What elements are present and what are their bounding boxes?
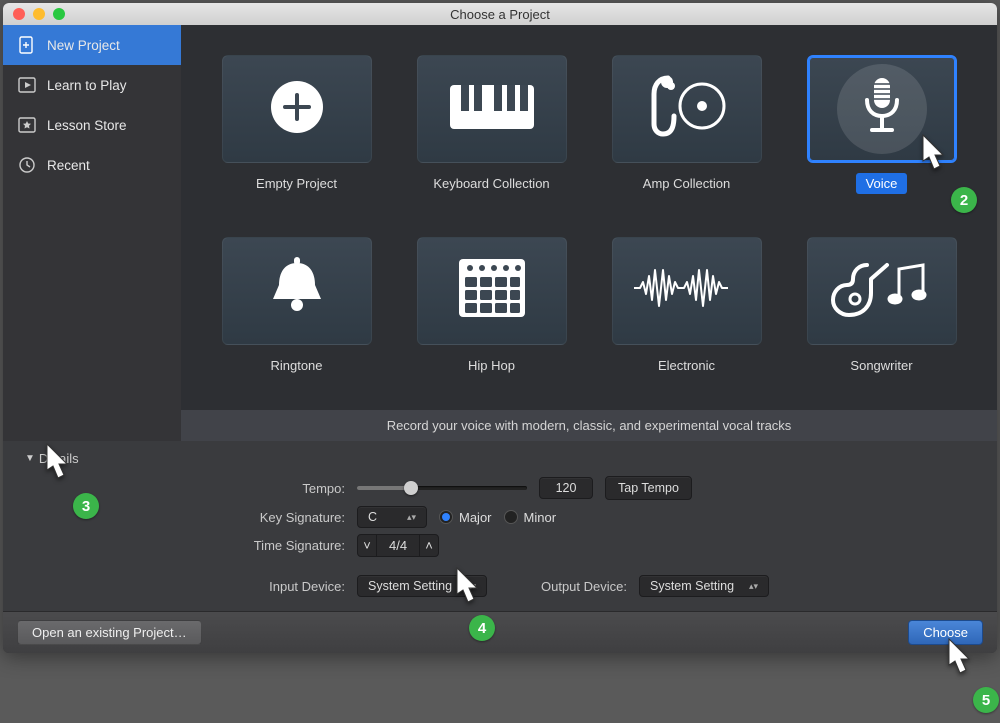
choose-button[interactable]: Choose	[908, 620, 983, 645]
guitar-notes-icon	[827, 253, 937, 328]
star-icon	[17, 115, 37, 135]
template-hip-hop[interactable]: Hip Hop	[406, 237, 577, 401]
template-label: Empty Project	[246, 173, 347, 194]
sidebar-item-label: Learn to Play	[47, 78, 127, 93]
template-empty-project[interactable]: Empty Project	[211, 55, 382, 219]
chevron-updown-icon: ▴▾	[467, 581, 476, 592]
tap-tempo-button[interactable]: Tap Tempo	[605, 476, 692, 500]
wave-icon	[632, 263, 742, 318]
output-device-select[interactable]: System Setting▴▾	[639, 575, 769, 597]
sidebar: New Project Learn to Play Lesson Store R…	[3, 25, 181, 441]
tempo-label: Tempo:	[25, 481, 345, 496]
disclosure-triangle-icon: ▼	[25, 453, 35, 464]
template-label: Keyboard Collection	[423, 173, 559, 194]
sidebar-item-recent[interactable]: Recent	[3, 145, 181, 185]
key-select[interactable]: C▴▾	[357, 506, 427, 528]
template-songwriter[interactable]: Songwriter	[796, 237, 967, 401]
tempo-slider[interactable]	[357, 481, 527, 495]
window-body: New Project Learn to Play Lesson Store R…	[3, 25, 997, 441]
time-sig-value: 4/4	[377, 534, 419, 557]
template-label: Electronic	[648, 355, 725, 376]
sidebar-item-label: Recent	[47, 158, 90, 173]
sidebar-item-lesson-store[interactable]: Lesson Store	[3, 105, 181, 145]
key-major-radio[interactable]: Major	[439, 510, 492, 525]
window-title: Choose a Project	[3, 7, 997, 22]
template-amp-collection[interactable]: Amp Collection	[601, 55, 772, 219]
template-label: Ringtone	[260, 355, 332, 376]
chevron-updown-icon: ▴▾	[749, 581, 758, 592]
template-label: Songwriter	[840, 355, 922, 376]
input-device-label: Input Device:	[25, 579, 345, 594]
output-device-label: Output Device:	[541, 579, 627, 594]
key-minor-radio[interactable]: Minor	[504, 510, 557, 525]
drumpad-icon	[453, 253, 531, 328]
template-label: Hip Hop	[458, 355, 525, 376]
stepper-down-icon[interactable]: ˅	[357, 534, 377, 557]
sidebar-item-learn[interactable]: Learn to Play	[3, 65, 181, 105]
stepper-up-icon[interactable]: ˄	[419, 534, 439, 557]
sidebar-item-label: New Project	[47, 38, 120, 53]
plus-doc-icon	[17, 35, 37, 55]
amp-icon	[642, 72, 732, 147]
play-note-icon	[17, 75, 37, 95]
chevron-updown-icon: ▴▾	[407, 512, 416, 523]
template-ringtone[interactable]: Ringtone	[211, 237, 382, 401]
template-electronic[interactable]: Electronic	[601, 237, 772, 401]
time-sig-stepper[interactable]: ˅ 4/4 ˄	[357, 534, 439, 557]
details-disclosure[interactable]: ▼ Details	[25, 451, 975, 466]
keyboard-icon	[448, 79, 536, 140]
project-chooser-window: Choose a Project New Project Learn to Pl…	[3, 3, 997, 653]
input-device-select[interactable]: System Setting▴▾	[357, 575, 487, 597]
annotation-badge: 5	[973, 687, 999, 713]
template-label: Amp Collection	[633, 173, 740, 194]
details-panel: ▼ Details Tempo: 120 Tap Tempo Key Signa…	[3, 441, 997, 611]
key-label: Key Signature:	[25, 510, 345, 525]
details-heading: Details	[39, 451, 79, 466]
sidebar-item-label: Lesson Store	[47, 118, 127, 133]
template-keyboard-collection[interactable]: Keyboard Collection	[406, 55, 577, 219]
footer: Open an existing Project… Choose	[3, 611, 997, 653]
radio-on-icon	[439, 510, 453, 524]
tempo-value[interactable]: 120	[539, 477, 593, 499]
mic-icon	[857, 72, 907, 147]
template-voice[interactable]: Voice	[796, 55, 967, 219]
main-pane: Empty Project Keyboard Collection Amp Co…	[181, 25, 997, 441]
titlebar: Choose a Project	[3, 3, 997, 25]
clock-icon	[17, 155, 37, 175]
template-grid: Empty Project Keyboard Collection Amp Co…	[181, 25, 997, 410]
bell-icon	[262, 253, 332, 328]
sidebar-item-new-project[interactable]: New Project	[3, 25, 181, 65]
template-description: Record your voice with modern, classic, …	[181, 410, 997, 441]
open-existing-button[interactable]: Open an existing Project…	[17, 620, 202, 645]
time-sig-label: Time Signature:	[25, 538, 345, 553]
template-label: Voice	[856, 173, 908, 194]
plus-circle-icon	[268, 78, 326, 141]
radio-off-icon	[504, 510, 518, 524]
